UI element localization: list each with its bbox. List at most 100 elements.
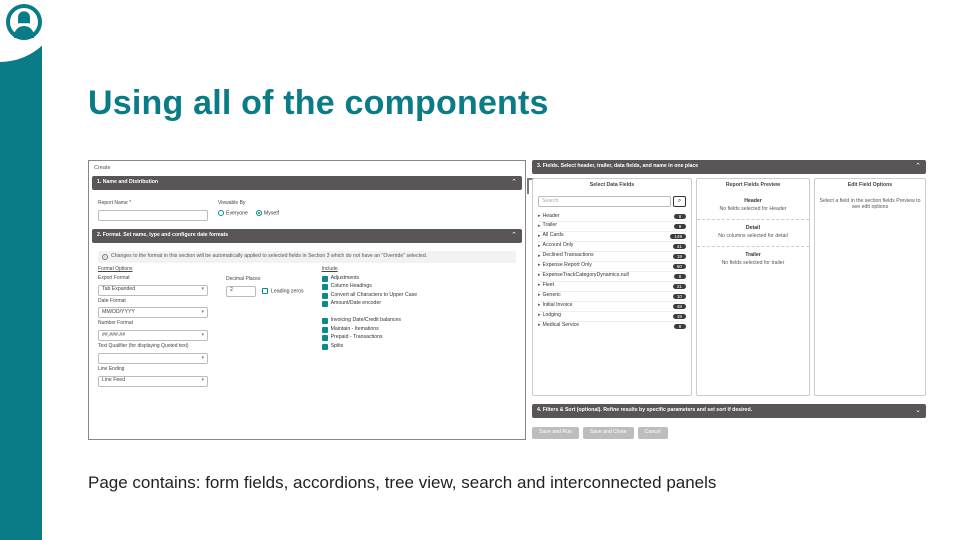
tree-node[interactable]: ▸ExpenseTrackCategoryDynamics.null8 xyxy=(538,271,686,281)
caret-right-icon: ▸ xyxy=(538,263,541,269)
caret-right-icon: ▸ xyxy=(538,224,541,230)
count-badge: 149 xyxy=(670,234,686,239)
panel-1-title: Select Data Fields xyxy=(533,179,691,193)
number-format-select[interactable]: ##,###.##▾ xyxy=(98,330,208,341)
caret-right-icon: ▸ xyxy=(538,283,541,289)
preview-detail-title: Detail xyxy=(701,226,805,232)
search-input[interactable]: Search xyxy=(538,196,671,207)
tree-node[interactable]: ▸All Cards149 xyxy=(538,231,686,241)
save-and-close-button[interactable]: Save and Close xyxy=(583,427,634,439)
logo-icon xyxy=(6,4,42,40)
leading-zeros-checkbox[interactable]: Leading zeros xyxy=(262,288,304,295)
count-badge: 10 xyxy=(673,294,686,299)
adj-item[interactable]: Amount/Date encoder xyxy=(322,301,418,307)
export-format-select[interactable]: Tab Expanded▾ xyxy=(98,285,208,296)
side-accent-bar xyxy=(0,0,42,540)
text-qualifier-select[interactable]: ▾ xyxy=(98,353,208,364)
slide-caption: Page contains: form fields, accordions, … xyxy=(88,472,900,495)
accordion-2-body: i Changes to the format in this section … xyxy=(92,247,522,391)
caret-right-icon: ▸ xyxy=(538,313,541,319)
count-badge: 41 xyxy=(673,244,686,249)
count-badge: 60 xyxy=(673,264,686,269)
adj-item[interactable]: Splits xyxy=(322,344,418,350)
tree-node[interactable]: ▸Account Only41 xyxy=(538,241,686,251)
panel-2-title: Report Fields Preview xyxy=(697,179,809,193)
search-button[interactable]: ⌕ xyxy=(673,196,686,207)
count-badge: 21 xyxy=(673,284,686,289)
tree-node[interactable]: ▸Fleet21 xyxy=(538,281,686,291)
caret-right-icon: ▸ xyxy=(538,293,541,299)
accordion-2-title: 2. Format. Set name, type and configure … xyxy=(97,233,228,239)
breadcrumb: Create xyxy=(92,164,522,172)
accordion-3-header[interactable]: 3. Fields. Select header, trailer, data … xyxy=(532,160,926,174)
panel-3-message: Select a field in the section fields Pre… xyxy=(815,193,925,217)
viewable-by-label: Viewable By xyxy=(218,201,279,207)
adj-item[interactable]: Prepaid - Transactions xyxy=(322,335,418,341)
fields-tree: ▸Header8 ▸Trailer9 ▸All Cards149 ▸Accoun… xyxy=(533,210,691,333)
accordion-1-title: 1. Name and Distribution xyxy=(97,180,158,186)
chevron-down-icon: ⌄ xyxy=(915,407,921,415)
adj-item[interactable]: Invoicing Date/Credit balances xyxy=(322,318,418,324)
tree-node[interactable]: ▸Declined Transactions19 xyxy=(538,251,686,261)
tree-node[interactable]: ▸Lodging19 xyxy=(538,311,686,321)
preview-header-title: Header xyxy=(701,199,805,205)
text-qualifier-label: Text Qualifier (for displaying Quoted te… xyxy=(98,344,208,350)
format-options-heading: Format Options xyxy=(98,267,208,273)
tree-node[interactable]: ▸Initial Invoice48 xyxy=(538,301,686,311)
count-badge: 19 xyxy=(673,254,686,259)
caret-right-icon: ▸ xyxy=(538,273,541,279)
accordion-4-title: 4. Filters & Sort (optional). Refine res… xyxy=(537,408,752,414)
report-fields-preview-panel: Report Fields Preview Header No fields s… xyxy=(696,178,810,396)
caret-right-icon: ▸ xyxy=(538,254,541,260)
caret-right-icon: ▸ xyxy=(538,303,541,309)
logo-corner xyxy=(0,0,62,62)
adjustments-checkbox[interactable]: Adjustments xyxy=(322,276,418,282)
accordion-4-header[interactable]: 4. Filters & Sort (optional). Refine res… xyxy=(532,404,926,418)
include-heading: Include xyxy=(322,267,418,273)
tree-node[interactable]: ▸Trailer9 xyxy=(538,221,686,231)
save-and-run-button[interactable]: Save and Run xyxy=(532,427,579,439)
radio-myself[interactable]: Myself xyxy=(256,210,279,217)
preview-trailer-title: Trailer xyxy=(701,253,805,259)
decimal-places-label: Decimal Places xyxy=(226,277,304,283)
tree-node[interactable]: ▸Header8 xyxy=(538,212,686,221)
count-badge: 8 xyxy=(674,274,686,279)
preview-trailer-sub: No fields selected for trailer xyxy=(701,261,805,267)
radio-everyone[interactable]: Everyone xyxy=(218,210,248,217)
count-badge: 8 xyxy=(674,324,686,329)
count-badge: 8 xyxy=(674,214,686,219)
app-screenshot: Create 1. Name and Distribution ⌃ Report… xyxy=(88,160,926,440)
tree-node[interactable]: ▸Generic10 xyxy=(538,291,686,301)
caret-right-icon: ▸ xyxy=(538,323,541,329)
caret-right-icon: ▸ xyxy=(538,214,541,220)
edit-field-options-panel: Edit Field Options Select a field in the… xyxy=(814,178,926,396)
cancel-button[interactable]: Cancel xyxy=(638,427,668,439)
report-name-label: Report Name * xyxy=(98,201,208,207)
caret-right-icon: ▸ xyxy=(538,234,541,240)
chevron-up-icon: ⌃ xyxy=(511,232,517,240)
line-ending-select[interactable]: Line Feed▾ xyxy=(98,376,208,387)
info-icon: i xyxy=(102,254,108,260)
tree-node[interactable]: ▸Expense Report Only60 xyxy=(538,261,686,271)
adj-item[interactable]: Column Headings xyxy=(322,284,418,290)
chevron-up-icon: ⌃ xyxy=(511,179,517,187)
date-format-select[interactable]: MM/DD/YYYY▾ xyxy=(98,307,208,318)
count-badge: 9 xyxy=(674,224,686,229)
caret-right-icon: ▸ xyxy=(538,244,541,250)
adj-item[interactable]: Maintain - Itemations xyxy=(322,327,418,333)
date-format-label: Date Format xyxy=(98,299,208,305)
line-ending-label: Line Ending xyxy=(98,367,208,373)
search-icon: ⌕ xyxy=(678,198,681,205)
decimal-places-input[interactable]: 2 xyxy=(226,286,256,297)
preview-detail-sub: No columns selected for detail xyxy=(701,234,805,240)
tree-node[interactable]: ▸Medical Service8 xyxy=(538,321,686,331)
preview-header-sub: No fields selected for Header xyxy=(701,207,805,213)
select-data-fields-panel: Select Data Fields Search ⌕ ▸Header8 ▸Tr… xyxy=(532,178,692,396)
number-format-label: Number Format xyxy=(98,321,208,327)
panel-3-title: Edit Field Options xyxy=(815,179,925,193)
accordion-1-header[interactable]: 1. Name and Distribution ⌃ xyxy=(92,176,522,190)
accordion-2-header[interactable]: 2. Format. Set name, type and configure … xyxy=(92,229,522,243)
report-name-input[interactable] xyxy=(98,210,208,221)
adj-item[interactable]: Convert all Characters to Upper Case xyxy=(322,293,418,299)
chevron-up-icon: ⌃ xyxy=(915,163,921,171)
